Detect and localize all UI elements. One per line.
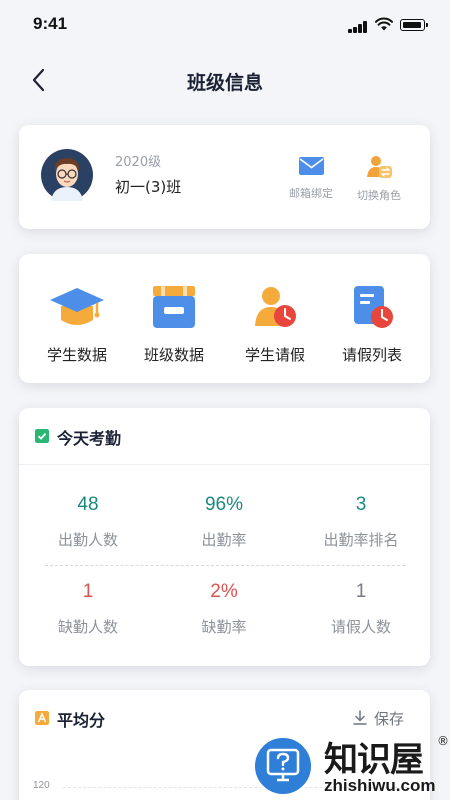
stat-absent-count: 1 缺勤人数 [28,581,148,637]
question-monitor-icon [266,748,300,782]
switch-role-button[interactable]: 切换角色 [349,155,409,203]
check-icon [35,429,49,443]
stat-label: 出勤人数 [57,531,118,549]
average-title: 平均分 [57,711,106,730]
save-button[interactable]: 保存 [352,708,416,728]
watermark: 知识屋 ® zhishiwu.com [252,730,450,800]
watermark-brand: 知识屋 [324,740,424,780]
attendance-card: 今天考勤 48 出勤人数 96% 出勤率 3 出勤率排名 1 缺勤人数 2% 缺… [19,408,430,666]
stat-attendance-rank: 3 出勤率排名 [301,494,421,550]
leave-list-button[interactable]: 请假列表 [322,284,422,365]
avatar [41,149,93,201]
y-tick-label: 120 [33,780,50,791]
class-name: 初一(3)班 [115,178,182,196]
status-time: 9:41 [33,14,68,33]
watermark-logo [252,735,314,797]
student-leave-icon [255,287,296,327]
student-data-label: 学生数据 [46,346,107,364]
stat-value: 1 [355,581,367,602]
wifi-icon [375,17,393,31]
mail-bind-button[interactable]: 邮箱绑定 [281,155,341,201]
student-data-button[interactable]: 学生数据 [27,284,127,365]
grade-label: 2020级 [115,155,162,170]
function-grid-card: 学生数据 班级数据 学生请假 请假列表 [19,254,430,383]
score-icon [35,711,49,725]
stat-value: 3 [355,494,367,515]
switch-role-icon [367,156,392,178]
divider [19,464,430,465]
graduation-cap-icon [50,288,104,325]
battery-icon [400,19,428,31]
leave-list-icon [354,286,393,328]
stat-present-count: 48 出勤人数 [28,494,148,550]
nav-bar: 班级信息 [0,52,450,108]
stat-value: 2% [210,581,238,602]
stat-leave-count: 1 请假人数 [301,581,421,637]
stat-attendance-rate: 96% 出勤率 [164,494,284,550]
watermark-reg: ® [437,734,449,748]
mail-bind-label: 邮箱绑定 [289,187,333,200]
download-icon [353,710,367,725]
leave-list-label: 请假列表 [341,346,402,364]
switch-role-label: 切换角色 [357,189,401,202]
save-label: 保存 [374,710,405,728]
page-title: 班级信息 [186,72,263,94]
stat-absence-rate: 2% 缺勤率 [164,581,284,637]
attendance-title: 今天考勤 [57,429,122,448]
watermark-domain: zhishiwu.com [324,776,436,795]
stat-label: 出勤率排名 [323,531,399,549]
stat-label: 缺勤人数 [57,618,118,636]
signal-icon [348,21,368,33]
stat-value: 48 [77,494,99,515]
stat-label: 缺勤率 [201,618,247,636]
class-info-card: 2020级 初一(3)班 邮箱绑定 切换角色 [19,125,430,229]
class-box-icon [153,286,195,328]
student-leave-label: 学生请假 [244,346,305,364]
stat-value: 1 [82,581,94,602]
stat-label: 出勤率 [201,531,247,549]
stat-value: 96% [204,494,244,515]
stat-label: 请假人数 [330,618,391,636]
class-data-button[interactable]: 班级数据 [124,284,224,365]
student-leave-button[interactable]: 学生请假 [225,284,325,365]
status-bar: 9:41 [0,0,450,48]
class-data-label: 班级数据 [143,346,204,364]
mail-icon [298,157,324,175]
dashed-divider [45,565,405,566]
